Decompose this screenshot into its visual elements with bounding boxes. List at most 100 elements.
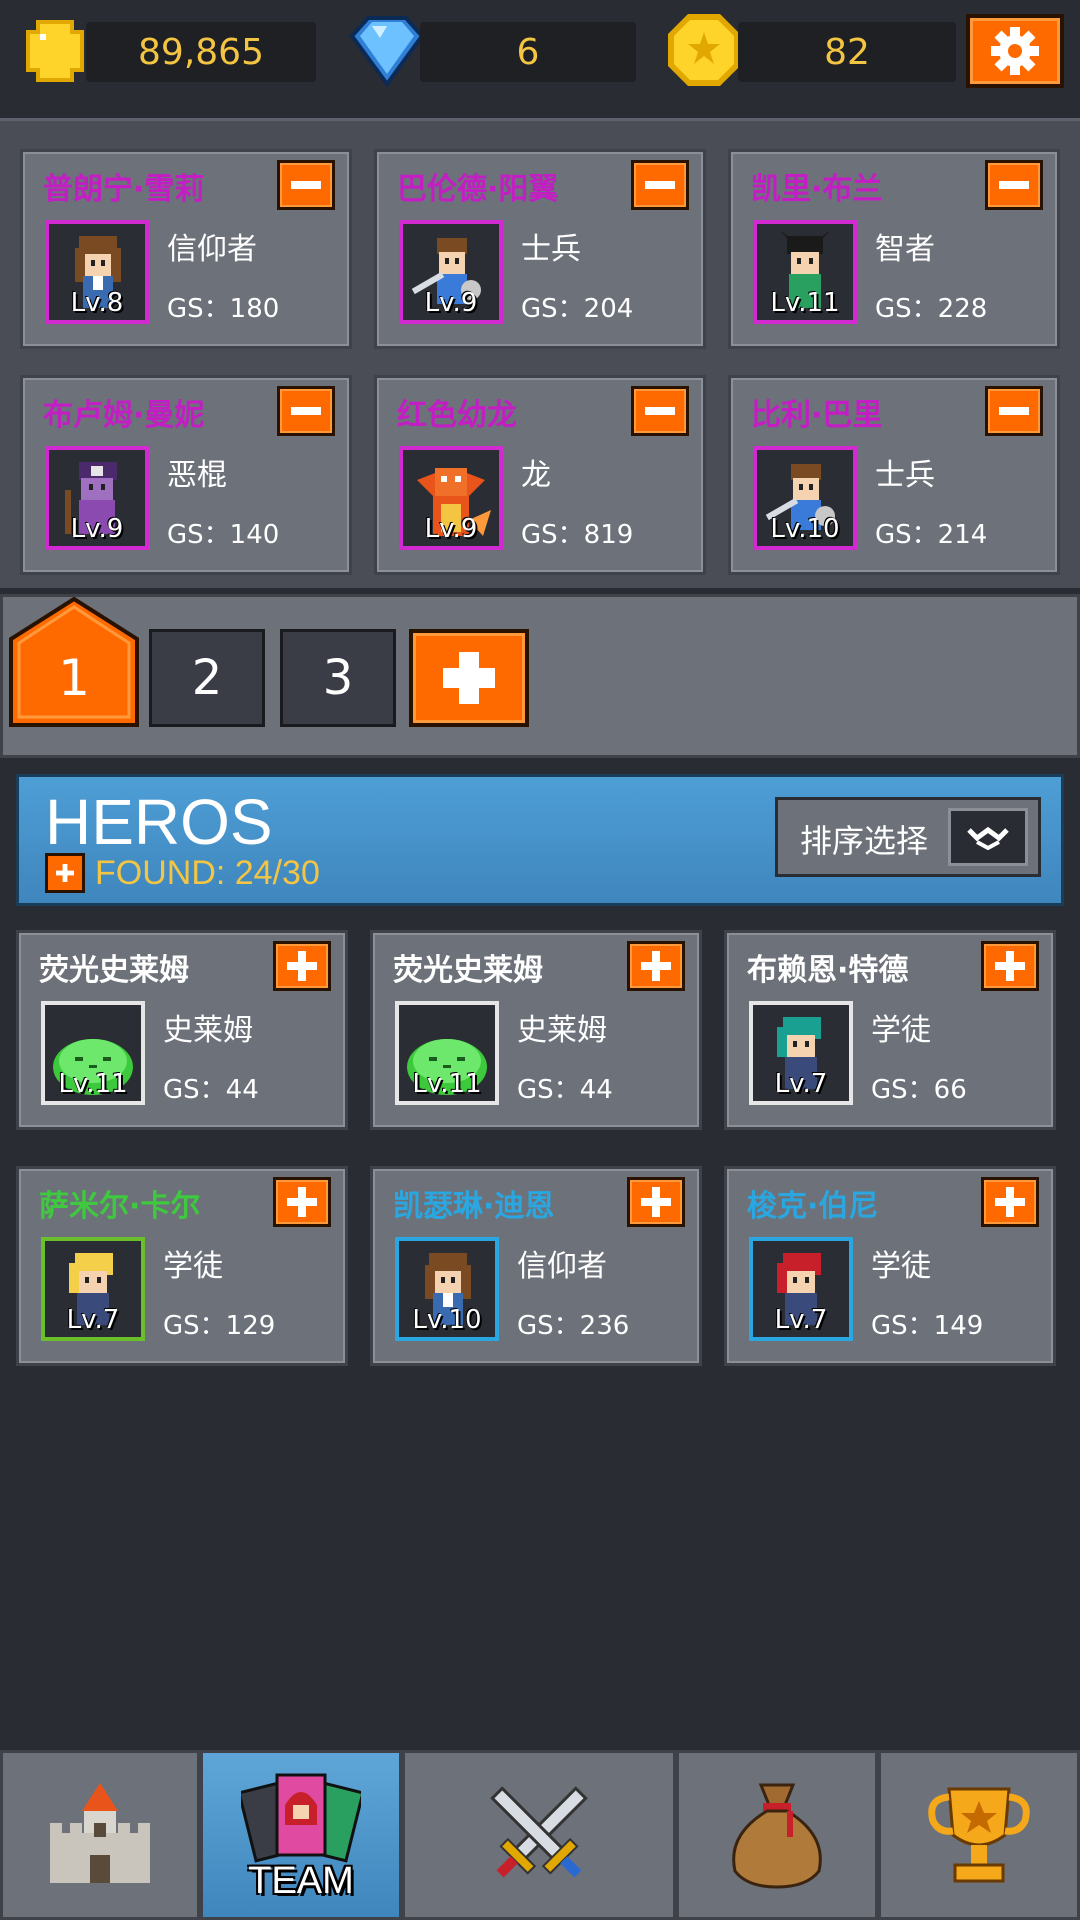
plus-icon	[995, 1187, 1025, 1217]
hero-name: 布卢姆·曼妮	[43, 398, 205, 433]
hero-class: 龙	[521, 458, 551, 493]
minus-icon	[291, 407, 321, 415]
bottom-nav: TEAM	[0, 1750, 1080, 1920]
castle-icon	[50, 1783, 150, 1883]
remove-from-team-button[interactable]	[631, 160, 689, 210]
star-medal-icon	[668, 14, 740, 86]
nav-inventory[interactable]	[676, 1750, 878, 1920]
hero-portrait: Lv.9	[45, 446, 149, 550]
hero-level: Lv.11	[58, 1069, 128, 1099]
hero-gear-score: GS：204	[521, 294, 634, 324]
hero-name: 红色幼龙	[397, 398, 517, 433]
add-to-team-button[interactable]	[627, 1177, 685, 1227]
hero-name: 比利·巴里	[751, 398, 883, 433]
currency-bar: 89,865 6 82	[0, 0, 1080, 104]
heros-header: HEROS FOUND: 24/30 排序选择	[16, 774, 1064, 906]
remove-from-team-button[interactable]	[985, 160, 1043, 210]
hero-card[interactable]: 凯瑟琳·迪恩 Lv.10 信仰者 GS：236	[370, 1166, 702, 1366]
plus-icon	[641, 951, 671, 981]
hero-class: 信仰者	[517, 1249, 607, 1284]
hero-level: Lv.9	[424, 514, 478, 544]
hero-level: Lv.10	[770, 514, 840, 544]
add-to-team-button[interactable]	[981, 1177, 1039, 1227]
hero-gear-score: GS：149	[871, 1311, 984, 1341]
hero-class: 恶棍	[167, 458, 227, 493]
hero-portrait: Lv.9	[399, 220, 503, 324]
heros-found: FOUND: 24/30	[45, 853, 320, 893]
hero-gear-score: GS：236	[517, 1311, 630, 1341]
remove-from-team-button[interactable]	[277, 386, 335, 436]
team-member-card[interactable]: 巴伦德·阳翼 Lv.9 士兵 GS：204	[374, 149, 706, 349]
found-count: FOUND: 24/30	[95, 853, 320, 892]
sort-select-button[interactable]: 排序选择	[775, 797, 1041, 877]
hero-gear-score: GS：819	[521, 520, 634, 550]
add-to-team-button[interactable]	[981, 941, 1039, 991]
nav-team[interactable]: TEAM	[200, 1750, 402, 1920]
hero-card[interactable]: 布赖恩·特德 Lv.7 学徒 GS：66	[724, 930, 1056, 1130]
trophy-icon	[928, 1787, 1030, 1883]
nav-battle[interactable]	[402, 1750, 676, 1920]
hero-name: 荧光史莱姆	[393, 953, 543, 988]
hero-card[interactable]: 荧光史莱姆 Lv.11 史莱姆 GS：44	[16, 930, 348, 1130]
tab-1-label: 1	[58, 649, 90, 707]
hero-portrait: Lv.10	[395, 1237, 499, 1341]
tab-team-1[interactable]: 1	[9, 597, 139, 727]
plus-icon	[287, 951, 317, 981]
add-team-button[interactable]	[409, 629, 529, 727]
hero-class: 学徒	[871, 1013, 931, 1048]
hero-portrait: Lv.10	[753, 446, 857, 550]
nav-castle[interactable]	[0, 1750, 200, 1920]
team-panel: 普朗宁·雪莉 Lv.8 信仰者 GS：180 巴伦德·阳翼 Lv.9 士兵 GS：204 凯里·…	[0, 118, 1080, 588]
add-to-team-button[interactable]	[273, 941, 331, 991]
hero-gear-score: GS：140	[167, 520, 280, 550]
plus-icon	[641, 1187, 671, 1217]
hero-name: 凯里·布兰	[751, 172, 883, 207]
hero-class: 信仰者	[167, 232, 257, 267]
diamond-icon	[349, 16, 425, 88]
team-member-card[interactable]: 凯里·布兰 Lv.11 智者 GS：228	[728, 149, 1060, 349]
hero-portrait: Lv.11	[753, 220, 857, 324]
team-member-card[interactable]: 普朗宁·雪莉 Lv.8 信仰者 GS：180	[20, 149, 352, 349]
hero-level: Lv.9	[424, 288, 478, 318]
hero-class: 士兵	[875, 458, 935, 493]
add-to-team-button[interactable]	[273, 1177, 331, 1227]
hero-portrait: Lv.8	[45, 220, 149, 324]
remove-from-team-button[interactable]	[277, 160, 335, 210]
hero-gear-score: GS：180	[167, 294, 280, 324]
hero-level: Lv.8	[70, 288, 124, 318]
team-member-card[interactable]: 红色幼龙 Lv.9 龙 GS：819	[374, 375, 706, 575]
sort-label: 排序选择	[800, 822, 929, 860]
hero-card[interactable]: 梭克·伯尼 Lv.7 学徒 GS：149	[724, 1166, 1056, 1366]
hero-portrait: Lv.11	[41, 1001, 145, 1105]
team-member-card[interactable]: 比利·巴里 Lv.10 士兵 GS：214	[728, 375, 1060, 575]
hero-name: 凯瑟琳·迪恩	[393, 1189, 555, 1224]
hero-portrait: Lv.9	[399, 446, 503, 550]
minus-icon	[645, 181, 675, 189]
tab-team-2[interactable]: 2	[149, 629, 265, 727]
hero-portrait: Lv.7	[749, 1001, 853, 1105]
hero-class: 史莱姆	[163, 1013, 253, 1048]
minus-icon	[291, 181, 321, 189]
team-member-card[interactable]: 布卢姆·曼妮 Lv.9 恶棍 GS：140	[20, 375, 352, 575]
remove-from-team-button[interactable]	[985, 386, 1043, 436]
settings-button[interactable]	[966, 14, 1064, 88]
hero-name: 梭克·伯尼	[747, 1189, 879, 1224]
minus-icon	[645, 407, 675, 415]
hero-portrait: Lv.7	[41, 1237, 145, 1341]
nav-achievements[interactable]	[878, 1750, 1080, 1920]
hero-card[interactable]: 荧光史莱姆 Lv.11 史莱姆 GS：44	[370, 930, 702, 1130]
hero-gear-score: GS：129	[163, 1311, 276, 1341]
gold-amount: 89,865	[86, 22, 316, 82]
minus-icon	[999, 407, 1029, 415]
hero-class: 学徒	[871, 1249, 931, 1284]
hero-level: Lv.7	[774, 1305, 828, 1335]
hero-gear-score: GS：44	[163, 1075, 259, 1105]
tab-team-3[interactable]: 3	[280, 629, 396, 727]
hero-level: Lv.11	[412, 1069, 482, 1099]
remove-from-team-button[interactable]	[631, 386, 689, 436]
hero-card[interactable]: 萨米尔·卡尔 Lv.7 学徒 GS：129	[16, 1166, 348, 1366]
nav-team-label: TEAM	[248, 1860, 354, 1902]
heros-title: HEROS	[45, 786, 273, 858]
found-plus-icon	[45, 853, 85, 893]
add-to-team-button[interactable]	[627, 941, 685, 991]
